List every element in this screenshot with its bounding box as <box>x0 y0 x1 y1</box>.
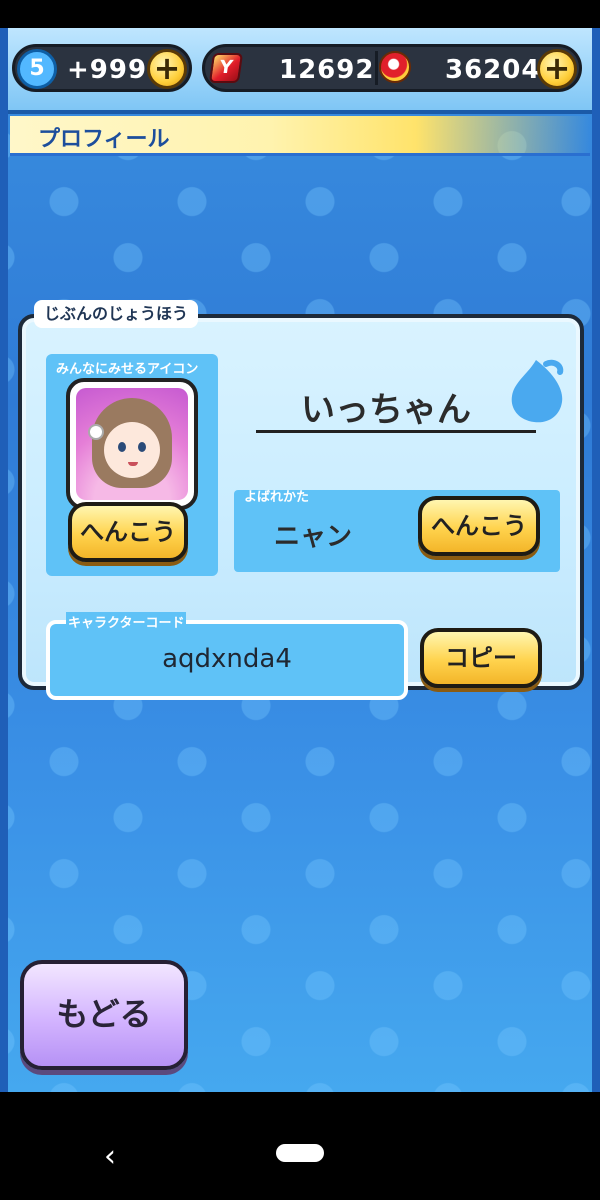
character-code-value: aqdxnda4 <box>162 644 292 674</box>
avatar-frame <box>66 378 198 510</box>
avatar-eye-right <box>138 442 146 452</box>
level-drop-icon: 5 <box>17 49 57 89</box>
gem-count: 12692 <box>279 55 375 85</box>
change-callname-button[interactable]: へんこう <box>418 496 540 556</box>
drop-icon <box>511 359 564 423</box>
back-button[interactable]: もどる <box>20 960 188 1070</box>
name-underline <box>256 430 536 433</box>
gem-icon: Y <box>208 53 244 83</box>
avatar-face <box>104 422 160 478</box>
avatar-eye-left <box>118 442 126 452</box>
stamina-pill: 5 +999 + <box>12 44 192 92</box>
change-icon-button[interactable]: へんこう <box>68 502 188 562</box>
add-stamina-button[interactable]: + <box>147 49 187 89</box>
character-code-label: キャラクターコード <box>66 612 187 631</box>
callname-value: ニャン <box>274 522 353 552</box>
copy-code-button[interactable]: コピー <box>420 628 542 688</box>
currency-divider <box>375 51 378 85</box>
page-title: プロフィール <box>38 127 170 152</box>
profile-panel: じぶんのじょうほう みんなにみせるアイコン へんこう いっちゃん よばれかた ニ… <box>18 300 584 700</box>
player-name: いっちゃん <box>301 390 471 430</box>
add-currency-button[interactable]: + <box>537 49 577 89</box>
profile-section-label: じぶんのじょうほう <box>34 300 199 328</box>
avatar <box>76 388 188 500</box>
app-screen: 5 +999 + Y 12692 36204 + プロフィール じぶんのじょうほ… <box>0 28 600 1092</box>
coin-purse-icon <box>379 51 411 83</box>
icon-box-label: みんなにみせるアイコン <box>56 362 199 377</box>
currency-pill: Y 12692 36204 + <box>202 44 582 92</box>
top-status-bar: 5 +999 + Y 12692 36204 + <box>0 28 600 114</box>
nav-back-icon[interactable]: ‹ <box>104 1142 116 1172</box>
stamina-value: +999 <box>67 55 148 85</box>
character-code-field: キャラクターコード aqdxnda4 <box>46 612 408 700</box>
page-title-banner: プロフィール <box>10 116 590 156</box>
android-nav-bar: ‹ <box>0 1092 600 1200</box>
avatar-bow <box>88 424 104 440</box>
nav-home-icon[interactable] <box>276 1144 324 1162</box>
coin-count: 36204 <box>445 55 541 85</box>
callname-label: よばれかた <box>244 490 310 505</box>
player-name-area: いっちゃん <box>236 372 536 433</box>
